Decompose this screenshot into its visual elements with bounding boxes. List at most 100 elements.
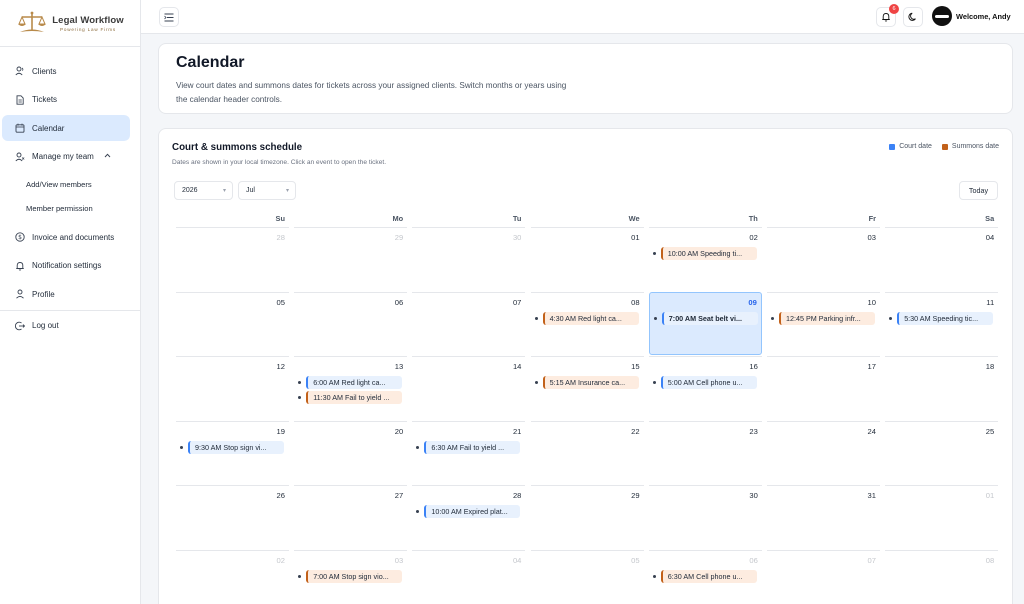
theme-toggle-button[interactable] [903, 7, 923, 27]
notifications-button[interactable]: 6 [876, 4, 899, 27]
sidebar-subitem-member-permission[interactable]: Member permission [0, 196, 140, 220]
calendar-day[interactable]: 08 4:30 AM Red light ca... [530, 291, 644, 356]
court-date-event[interactable]: 7:00 AM Seat belt vi... [661, 311, 758, 325]
sidebar-item-label: Invoice and documents [32, 232, 115, 242]
calendar-day[interactable]: 23 [648, 420, 762, 485]
day-number: 07 [512, 297, 522, 307]
day-number: 01 [631, 233, 640, 242]
calendar-day[interactable]: 07 [767, 550, 880, 604]
sidebar-item-calendar[interactable]: Calendar [2, 115, 130, 141]
calendar-day[interactable]: 04 [412, 550, 526, 604]
calendar-day[interactable]: 19 9:30 AM Stop sign vi... [176, 420, 289, 485]
day-number: 18 [985, 362, 995, 372]
sidebar-item-logout[interactable]: Log out [2, 313, 130, 339]
brand-title: Legal Workflow [52, 14, 124, 26]
calendar-day[interactable]: 13 6:00 AM Red light ca... 11:30 AM Fail t… [294, 356, 408, 420]
calendar-day[interactable]: 21 6:30 AM Fail to yield ... [412, 420, 526, 485]
today-button[interactable]: Today [959, 181, 998, 200]
calendar-day[interactable]: 29 [530, 485, 644, 549]
calendar-day[interactable]: 06 [294, 291, 408, 356]
calendar-day[interactable]: 07 [412, 291, 526, 356]
users-icon [15, 66, 25, 76]
day-number: 20 [394, 426, 404, 436]
event-bullet [416, 510, 420, 514]
calendar-day[interactable]: 03 7:00 AM Stop sign vio... [294, 550, 408, 604]
brand[interactable]: Legal Workflow Powering Law Firms [0, 0, 140, 47]
sidebar-item-profile[interactable]: Profile [2, 281, 130, 307]
calendar-day[interactable]: 27 [294, 485, 408, 549]
calendar-day[interactable]: 24 [767, 420, 880, 485]
calendar-day[interactable]: 11 5:30 AM Speeding tic... [885, 291, 999, 356]
summons-date-event[interactable]: 10:00 AM Speeding ti... [660, 247, 757, 260]
bell-icon [15, 261, 25, 271]
chevron-up-icon[interactable] [104, 153, 111, 160]
dollar-icon: $ [15, 232, 25, 242]
court-date-event[interactable]: 6:00 AM Red light ca... [306, 376, 403, 390]
day-number: 02 [276, 556, 285, 565]
calendar-day[interactable]: 16 5:00 AM Cell phone u... [648, 356, 762, 420]
sidebar-item-notification-settings[interactable]: Notification settings [2, 253, 130, 279]
event-bullet [298, 575, 302, 578]
sidebar-item-manage-team[interactable]: Manage my team [2, 144, 130, 170]
sidebar-nav: Clients Tickets Calendar Manage my team … [0, 47, 140, 339]
calendar-day[interactable]: 02 10:00 AM Speeding ti... [648, 227, 762, 291]
event-bullet [652, 252, 656, 255]
court-date-event[interactable]: 6:30 AM Fail to yield ... [424, 440, 521, 454]
calendar-day[interactable]: 02 [176, 550, 289, 604]
calendar-day[interactable]: 10 12:45 PM Parking infr... [767, 291, 880, 356]
calendar-day[interactable]: 17 [767, 356, 880, 420]
calendar-day[interactable]: 15 5:15 AM Insurance ca... [530, 356, 644, 420]
summons-date-event[interactable]: 12:45 PM Parking infr... [779, 311, 875, 325]
calendar-day[interactable]: 20 [294, 420, 408, 485]
calendar-day[interactable]: 06 6:30 AM Cell phone u... [648, 550, 762, 604]
calendar-day[interactable]: 31 [767, 485, 880, 549]
day-number: 22 [631, 426, 640, 436]
calendar-day[interactable]: 22 [530, 420, 644, 485]
calendar-day[interactable]: 01 [885, 485, 999, 549]
calendar-day[interactable]: 28 [176, 227, 289, 291]
summons-date-event[interactable]: 6:30 AM Cell phone u... [660, 570, 757, 583]
day-number: 25 [985, 426, 995, 436]
court-date-event[interactable]: 10:00 AM Expired plat... [424, 505, 521, 519]
avatar[interactable] [932, 6, 952, 26]
calendar-day-today[interactable]: 09 7:00 AM Seat belt vi... [648, 291, 762, 356]
event-bullet [416, 445, 420, 449]
calendar-icon [15, 123, 25, 133]
sidebar-item-label: Log out [32, 321, 59, 330]
calendar-day[interactable]: 12 [176, 356, 289, 420]
court-date-event[interactable]: 5:00 AM Cell phone u... [660, 376, 757, 390]
day-number: 05 [631, 556, 640, 565]
calendar-day[interactable]: 25 [885, 420, 999, 485]
calendar-day[interactable]: 14 [412, 356, 526, 420]
day-number: 04 [985, 233, 995, 242]
summons-date-event[interactable]: 11:30 AM Fail to yield ... [306, 391, 403, 405]
court-date-event[interactable]: 9:30 AM Stop sign vi... [188, 440, 284, 454]
calendar-day[interactable]: 04 [885, 227, 999, 291]
sidebar-item-tickets[interactable]: Tickets [2, 87, 130, 113]
sidebar-item-invoice[interactable]: $ Invoice and documents [2, 224, 130, 250]
court-date-event[interactable]: 5:30 AM Speeding tic... [897, 311, 994, 325]
month-select[interactable]: Jul ▾ [238, 181, 296, 200]
calendar-day[interactable]: 03 [767, 227, 880, 291]
day-number: 03 [394, 556, 404, 565]
calendar-day[interactable]: 05 [176, 291, 289, 356]
welcome-text[interactable]: Welcome, Andy [956, 12, 1011, 21]
year-select[interactable]: 2026 ▾ [174, 181, 233, 200]
calendar-day[interactable]: 29 [294, 227, 408, 291]
summons-date-event[interactable]: 7:00 AM Stop sign vio... [306, 570, 403, 583]
calendar-day[interactable]: 08 [885, 550, 999, 604]
summons-date-event[interactable]: 4:30 AM Red light ca... [542, 311, 639, 325]
chevron-down-icon: ▾ [222, 188, 226, 194]
sidebar-subitem-add-view-members[interactable]: Add/View members [0, 172, 140, 196]
summons-date-event[interactable]: 5:15 AM Insurance ca... [542, 376, 639, 390]
calendar-day[interactable]: 01 [530, 227, 644, 291]
calendar-day[interactable]: 28 10:00 AM Expired plat... [412, 485, 526, 549]
calendar-day[interactable]: 26 [176, 485, 289, 549]
day-number: 30 [749, 491, 758, 501]
sidebar-toggle-button[interactable] [159, 7, 179, 27]
calendar-day[interactable]: 18 [885, 356, 999, 420]
calendar-day[interactable]: 30 [648, 485, 762, 549]
calendar-day[interactable]: 30 [412, 227, 526, 291]
sidebar-item-clients[interactable]: Clients [2, 58, 130, 84]
calendar-day[interactable]: 05 [530, 550, 644, 604]
